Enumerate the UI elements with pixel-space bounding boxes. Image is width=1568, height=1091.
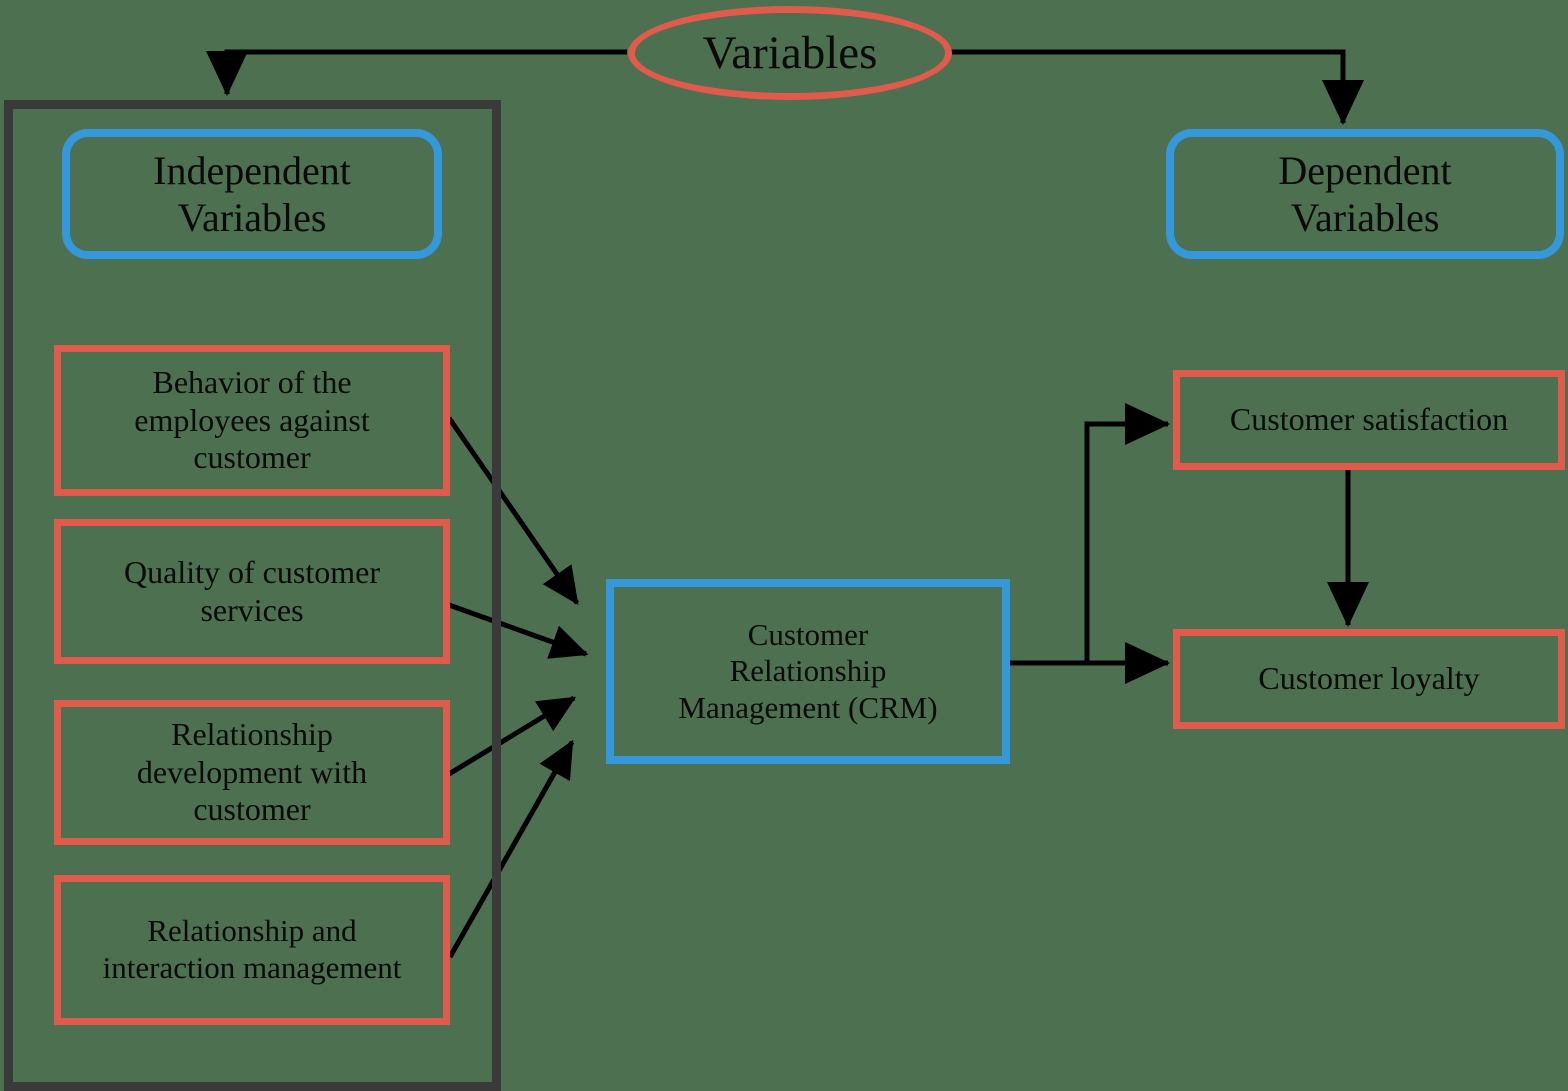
independent-item-development[interactable]: Relationship development with customer [54,700,450,845]
independent-variables-header-label: Independent Variables [153,147,351,240]
independent-variables-header[interactable]: Independent Variables [62,129,442,259]
independent-item-quality-label: Quality of customer services [124,553,380,628]
dependent-item-loyalty[interactable]: Customer loyalty [1173,629,1565,729]
dependent-item-satisfaction-label: Customer satisfaction [1229,401,1509,438]
independent-item-behavior-label: Behavior of the employees against custom… [134,363,370,476]
independent-item-development-label: Relationship development with customer [136,715,368,828]
independent-item-behavior[interactable]: Behavior of the employees against custom… [54,345,450,496]
crm-node-label: Customer Relationship Management (CRM) [678,616,938,725]
dependent-item-loyalty-label: Customer loyalty [1258,660,1480,697]
dependent-variables-header[interactable]: Dependent Variables [1166,129,1564,259]
variables-node-label: Variables [702,27,878,79]
variables-node[interactable]: Variables [628,6,952,100]
independent-item-interaction[interactable]: Relationship and interaction management [54,875,450,1025]
edge-variables-to-independent [205,49,627,96]
edge-crm-to-satisfaction [1084,403,1170,663]
independent-item-quality[interactable]: Quality of customer services [54,519,450,664]
independent-item-interaction-label: Relationship and interaction management [102,913,402,985]
edge-variables-to-dependent [951,49,1364,125]
diagram-canvas: Variables Independent Variables Behavior… [0,0,1568,1091]
dependent-variables-header-label: Dependent Variables [1278,147,1452,240]
dependent-item-satisfaction[interactable]: Customer satisfaction [1173,370,1565,470]
crm-node[interactable]: Customer Relationship Management (CRM) [606,579,1010,764]
